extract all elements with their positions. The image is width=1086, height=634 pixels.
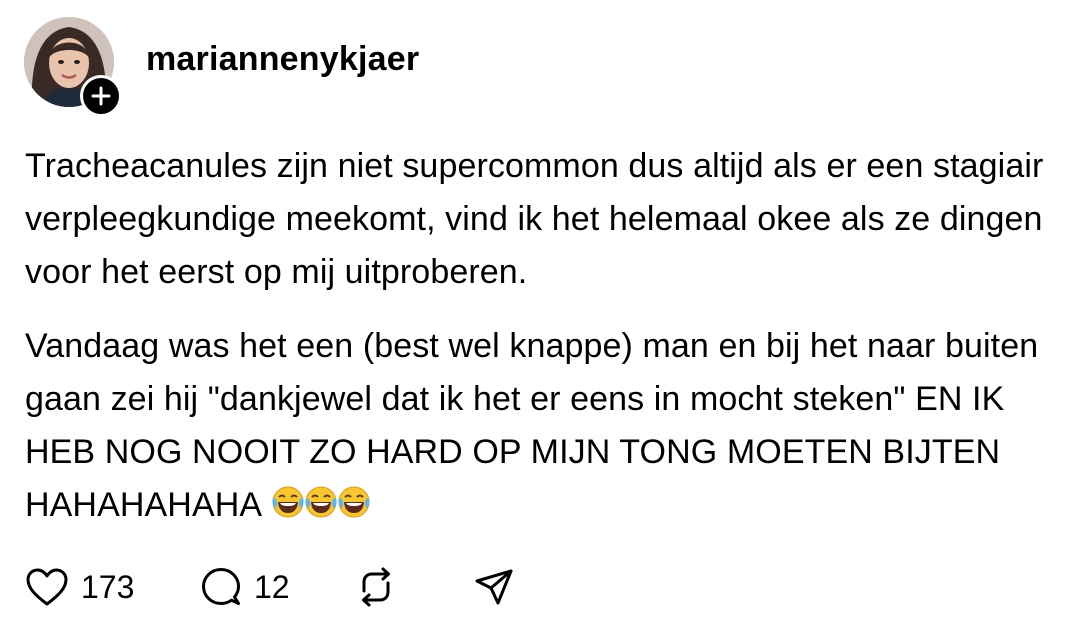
post-paragraph-2-text: Vandaag was het een (best wel knappe) ma…	[25, 327, 1039, 524]
post-paragraph-1: Tracheacanules zijn niet supercommon dus…	[25, 147, 1044, 291]
heart-icon	[26, 568, 68, 606]
reply-count: 12	[254, 568, 290, 605]
laughing-tears-emoji-icon	[305, 486, 337, 518]
threads-post: mariannenykjaer Tracheacanules zijn niet…	[0, 0, 1086, 634]
laughing-tears-emoji-icon	[272, 486, 304, 518]
follow-button[interactable]	[80, 75, 122, 117]
avatar-container[interactable]	[24, 17, 122, 117]
post-paragraph-2: Vandaag was het een (best wel knappe) ma…	[25, 320, 1075, 532]
comment-icon	[202, 568, 240, 605]
send-icon	[475, 569, 513, 605]
repost-icon	[362, 567, 390, 607]
post-body: Tracheacanules zijn niet supercommon dus…	[25, 140, 1075, 553]
username[interactable]: mariannenykjaer	[146, 40, 419, 79]
emoji-group	[270, 484, 370, 520]
share-button[interactable]	[473, 566, 515, 608]
like-count: 173	[81, 568, 135, 605]
laughing-tears-emoji-icon	[338, 486, 370, 518]
post-header: mariannenykjaer	[24, 12, 419, 117]
reply-button[interactable]: 12	[200, 566, 355, 608]
like-button[interactable]: 173	[25, 567, 200, 607]
plus-icon	[91, 86, 111, 106]
repost-button[interactable]	[355, 566, 473, 608]
action-bar: 173 12	[25, 562, 515, 612]
